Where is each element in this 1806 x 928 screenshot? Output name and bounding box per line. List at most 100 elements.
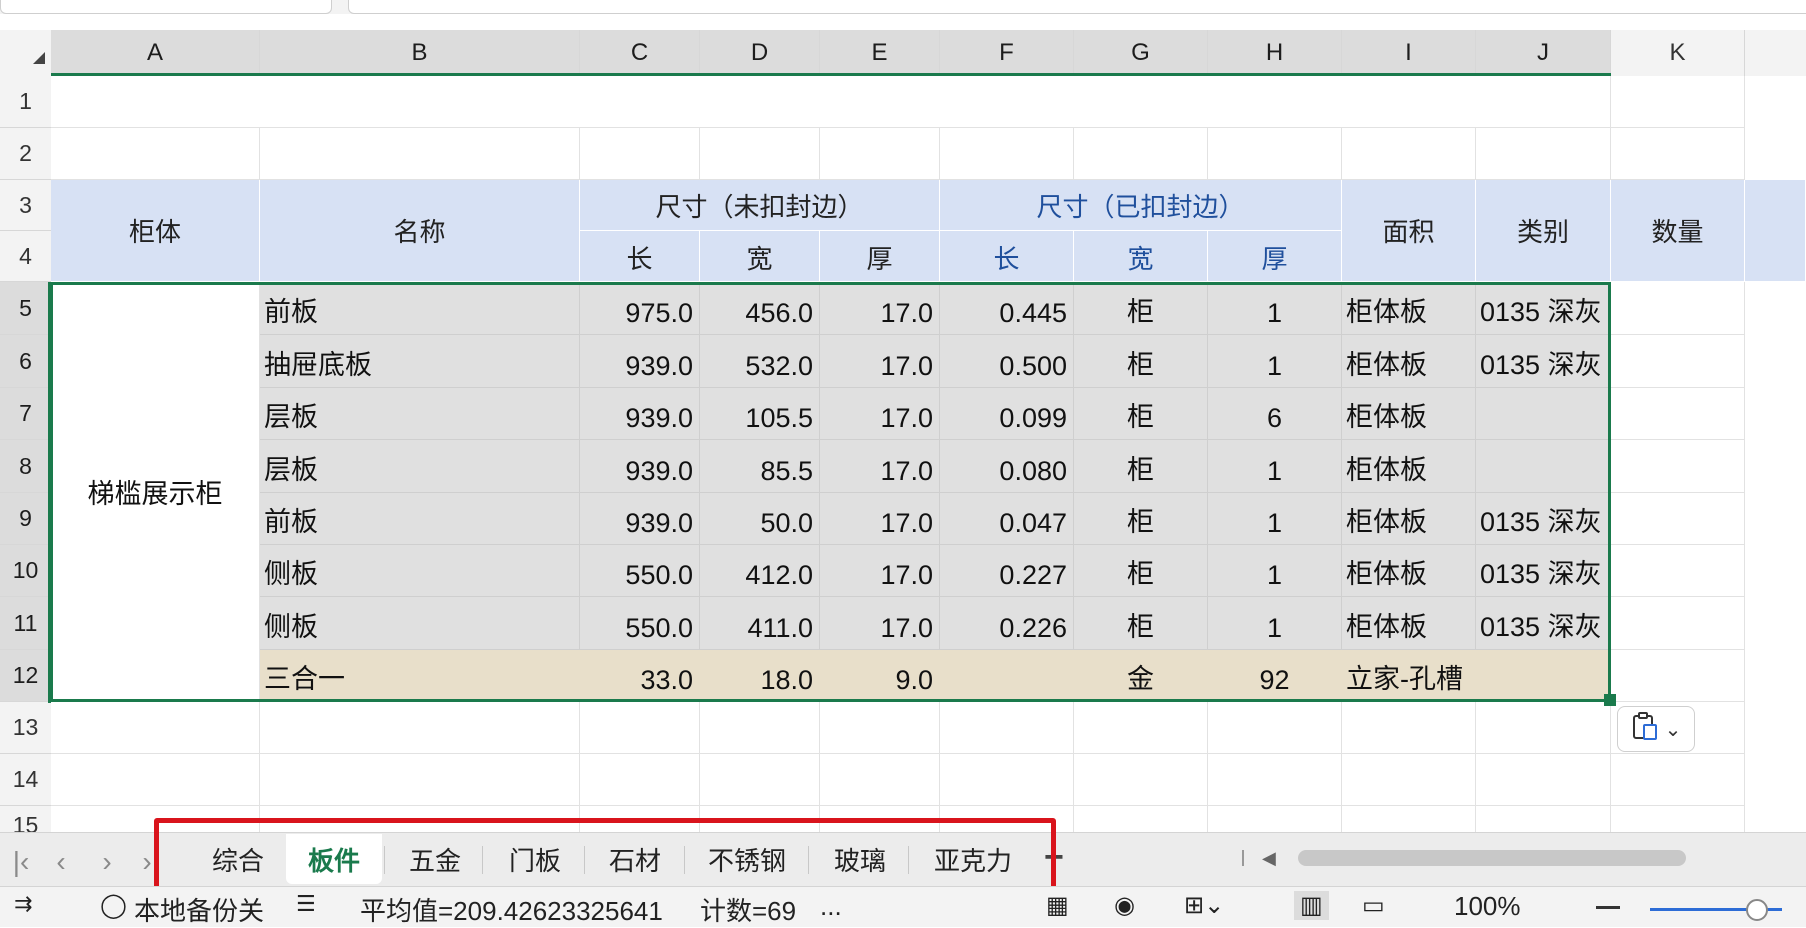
more-stats[interactable]: ... (820, 891, 842, 922)
cell-name[interactable]: 抽屉底板 (260, 335, 580, 388)
cell-i2[interactable] (1342, 128, 1476, 180)
cell-k10[interactable] (1611, 545, 1745, 597)
col-header-l[interactable] (1745, 30, 1806, 76)
add-sheet-icon[interactable]: + (1044, 838, 1064, 877)
cell-i13[interactable] (1342, 702, 1476, 754)
col-header-h[interactable]: H (1208, 30, 1342, 76)
cell-f13[interactable] (940, 702, 1074, 754)
cell-area-value[interactable]: 0.226 (940, 597, 1074, 650)
cell-a2[interactable] (51, 128, 260, 180)
cell-width[interactable]: 50.0 (700, 493, 820, 545)
cell-d2[interactable] (700, 128, 820, 180)
cell-c15[interactable] (580, 806, 700, 832)
cell-type[interactable]: 柜 (1074, 335, 1208, 388)
cell-count[interactable]: 1 (1208, 493, 1342, 545)
paste-options-button[interactable]: ⌄ (1617, 706, 1695, 752)
row-header-13[interactable]: 13 (0, 702, 51, 754)
cell-length[interactable]: 939.0 (580, 335, 700, 388)
cell-type[interactable]: 柜 (1074, 388, 1208, 440)
cell-k5[interactable] (1611, 282, 1745, 335)
header-name[interactable]: 名称 (260, 180, 580, 282)
cell-width[interactable]: 532.0 (700, 335, 820, 388)
cell-area-value[interactable]: 0.080 (940, 440, 1074, 493)
cell-color[interactable]: 0135 深灰 (1476, 282, 1611, 335)
cell-thickness[interactable]: 17.0 (820, 282, 940, 335)
cell-a14[interactable] (51, 754, 260, 806)
cell-k14[interactable] (1611, 754, 1745, 806)
cell-name[interactable]: 前板 (260, 493, 580, 545)
freeze-panes-icon[interactable]: ⊞⌄ (1184, 891, 1224, 920)
header-size-raw[interactable]: 尺寸（未扣封边） (580, 180, 940, 231)
cell-length[interactable]: 975.0 (580, 282, 700, 335)
tab-boli[interactable]: 玻璃 (814, 834, 906, 884)
cell-thickness[interactable]: 17.0 (820, 493, 940, 545)
cell-length[interactable]: 939.0 (580, 440, 700, 493)
cell-material[interactable]: 柜体板 (1342, 282, 1476, 335)
cell-count[interactable]: 92 (1208, 650, 1342, 702)
cell-k2[interactable] (1611, 128, 1745, 180)
cell-thickness[interactable]: 17.0 (820, 597, 940, 650)
cell-color[interactable]: 0135 深灰 (1476, 493, 1611, 545)
cell-width[interactable]: 105.5 (700, 388, 820, 440)
cell-width[interactable]: 85.5 (700, 440, 820, 493)
scroll-left-icon[interactable]: ◀ (1262, 848, 1276, 869)
cell-k6[interactable] (1611, 335, 1745, 388)
header-extra[interactable] (1745, 180, 1806, 282)
cell-j2[interactable] (1476, 128, 1611, 180)
header-thickness[interactable]: 厚 (820, 231, 940, 282)
col-header-k[interactable]: K (1611, 30, 1745, 76)
cabinet-group-label[interactable]: 梯槛展示柜 (51, 282, 260, 702)
cell-area-value[interactable]: 0.500 (940, 335, 1074, 388)
zoom-slider-handle[interactable] (1746, 899, 1768, 921)
cell-area-value[interactable]: 0.445 (940, 282, 1074, 335)
cell-h13[interactable] (1208, 702, 1342, 754)
scroll-divider[interactable] (1242, 850, 1244, 866)
cell-a15[interactable] (51, 806, 260, 832)
cell-h2[interactable] (1208, 128, 1342, 180)
row-header-2[interactable]: 2 (0, 128, 51, 180)
header-length-2[interactable]: 长 (940, 231, 1074, 282)
cell-e15[interactable] (820, 806, 940, 832)
col-header-d[interactable]: D (700, 30, 820, 76)
cell-length[interactable]: 939.0 (580, 388, 700, 440)
macro-icon[interactable]: ⇉ (14, 891, 32, 917)
eye-icon[interactable]: ◉ (1114, 891, 1135, 920)
cell-color[interactable]: 0135 深灰 (1476, 597, 1611, 650)
cell-d14[interactable] (700, 754, 820, 806)
cell-count[interactable]: 1 (1208, 440, 1342, 493)
cell-count[interactable]: 1 (1208, 282, 1342, 335)
cell-type[interactable]: 金 (1074, 650, 1208, 702)
spreadsheet-grid[interactable]: A B C D E F G H I J K 1 2 3 4 5 6 7 8 9 … (0, 0, 1806, 832)
tab-banjian[interactable]: 板件 (286, 834, 382, 884)
cell-k1[interactable] (1611, 76, 1745, 128)
cell-material[interactable]: 柜体板 (1342, 440, 1476, 493)
tab-zonghe[interactable]: 综合 (192, 834, 284, 884)
cell-j14[interactable] (1476, 754, 1611, 806)
cell-thickness[interactable]: 17.0 (820, 335, 940, 388)
row-header-14[interactable]: 14 (0, 754, 51, 806)
cell-thickness[interactable]: 9.0 (820, 650, 940, 702)
cell-e13[interactable] (820, 702, 940, 754)
cell-material[interactable]: 柜体板 (1342, 545, 1476, 597)
cell-i15[interactable] (1342, 806, 1476, 832)
header-width-2[interactable]: 宽 (1074, 231, 1208, 282)
cell-color[interactable]: 0135 深灰 (1476, 545, 1611, 597)
cell-b2[interactable] (260, 128, 580, 180)
cell-e14[interactable] (820, 754, 940, 806)
row-header-8[interactable]: 8 (0, 440, 51, 493)
cell-length[interactable]: 33.0 (580, 650, 700, 702)
tab-buxiugang[interactable]: 不锈钢 (690, 834, 804, 884)
cell-g13[interactable] (1074, 702, 1208, 754)
zoom-out-icon[interactable] (1596, 906, 1620, 909)
tab-menban[interactable]: 门板 (490, 834, 580, 884)
next-sheet-icon[interactable]: › (92, 846, 122, 878)
cell-length[interactable]: 550.0 (580, 597, 700, 650)
col-header-b[interactable]: B (260, 30, 580, 76)
cell-name[interactable]: 层板 (260, 440, 580, 493)
row-header-11[interactable]: 11 (0, 597, 51, 650)
col-header-a[interactable]: A (51, 30, 260, 76)
tab-shicai[interactable]: 石材 (590, 834, 680, 884)
cell-width[interactable]: 18.0 (700, 650, 820, 702)
header-length[interactable]: 长 (580, 231, 700, 282)
cell-c14[interactable] (580, 754, 700, 806)
